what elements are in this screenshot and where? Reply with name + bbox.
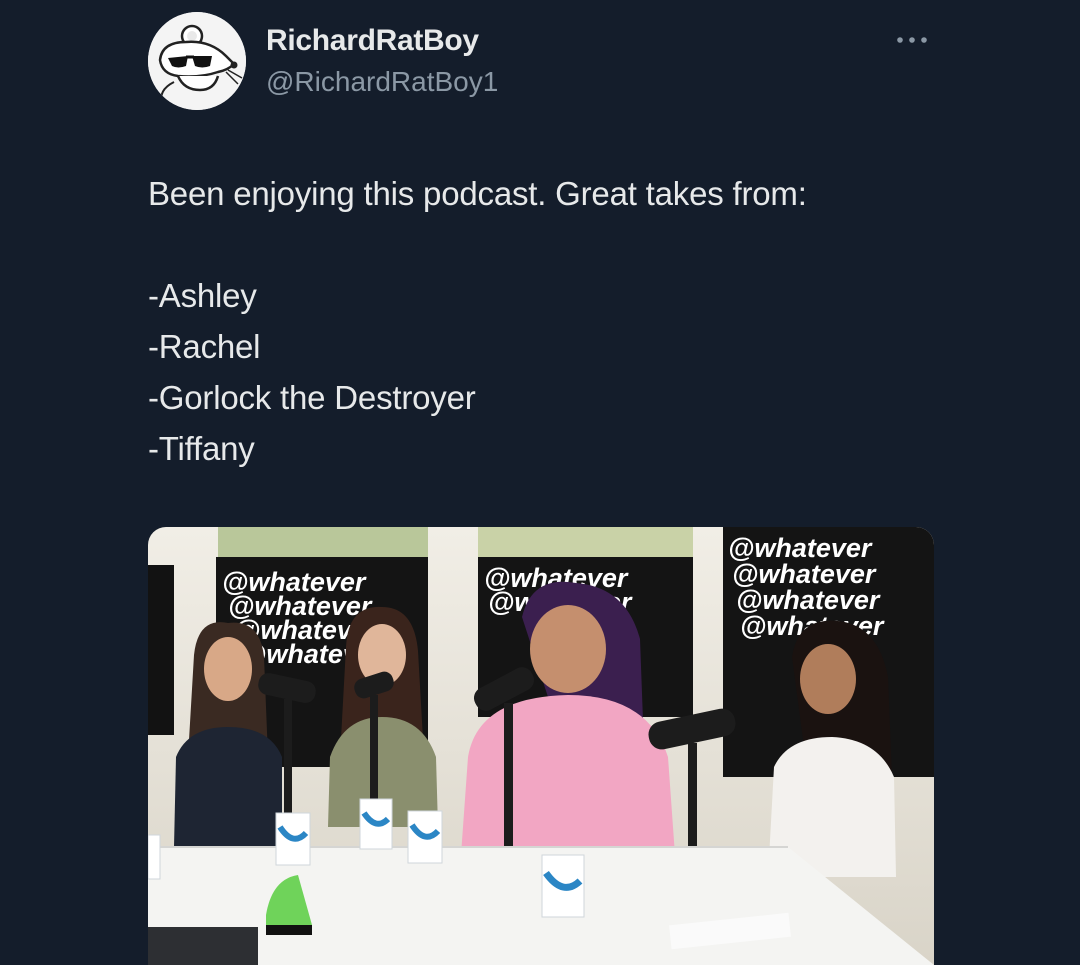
author-avatar[interactable]	[148, 12, 246, 110]
tweet-text-line	[148, 219, 968, 270]
podcast-studio-photo-icon: @whatever @whatever @whatever @whatever …	[148, 527, 934, 965]
tweet-text: Been enjoying this podcast. Great takes …	[148, 168, 968, 474]
author-handle[interactable]: @RichardRatBoy1	[266, 66, 498, 98]
tweet-card: RichardRatBoy @RichardRatBoy1 Been enjoy…	[0, 0, 1080, 965]
tweet-text-line: -Rachel	[148, 328, 261, 365]
tweet-text-line: -Gorlock the Destroyer	[148, 379, 476, 416]
more-horizontal-icon[interactable]	[892, 30, 932, 50]
tweet-text-line: Been enjoying this podcast. Great takes …	[148, 175, 807, 212]
tweet-text-line: -Ashley	[148, 277, 257, 314]
tweet-media-image[interactable]: @whatever @whatever @whatever @whatever …	[148, 527, 934, 965]
rat-with-sunglasses-icon	[148, 12, 246, 110]
author-display-name[interactable]: RichardRatBoy	[266, 24, 479, 58]
tweet-text-line: -Tiffany	[148, 430, 255, 467]
